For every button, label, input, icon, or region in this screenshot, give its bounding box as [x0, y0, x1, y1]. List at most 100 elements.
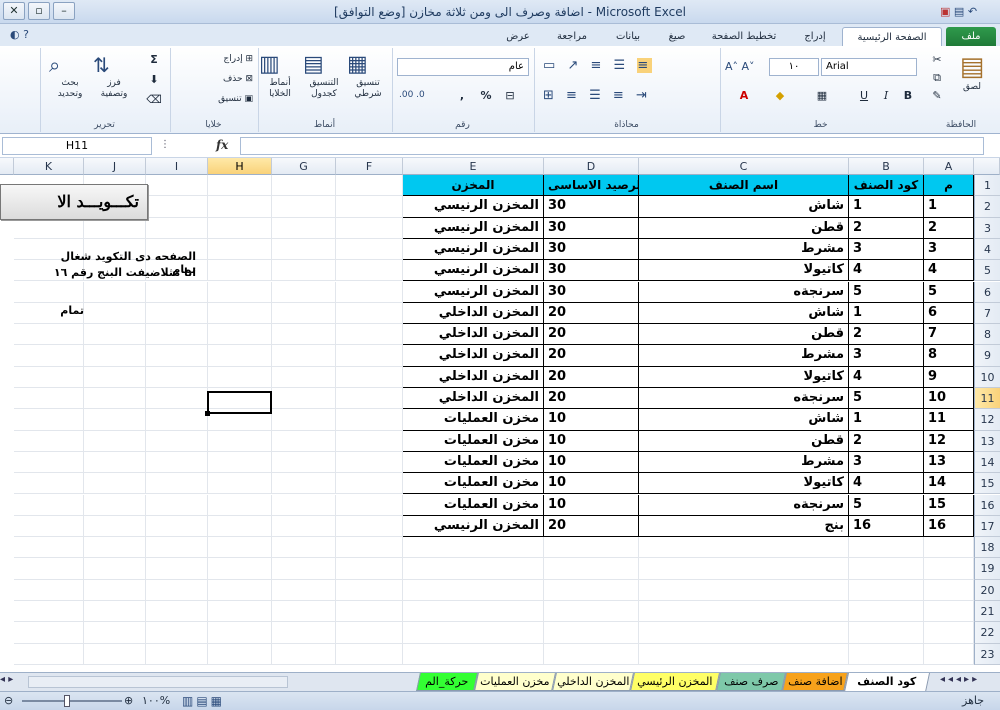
table-cell-base-balance[interactable]: 10 [544, 473, 639, 495]
table-cell-base-balance[interactable]: 20 [544, 515, 639, 538]
empty-cell[interactable] [208, 558, 272, 580]
zoom-slider[interactable] [22, 700, 122, 702]
table-cell-warehouse[interactable]: المخزن الداخلي [403, 302, 544, 325]
empty-cell[interactable] [146, 281, 208, 303]
table-cell-item-code[interactable]: 4 [849, 473, 924, 495]
empty-cell[interactable] [336, 196, 403, 218]
table-cell-warehouse[interactable]: المخزن الرنيسي [403, 281, 544, 303]
zoom-out-icon[interactable]: ⊖ [4, 692, 13, 710]
accounting-icon[interactable]: ⊟ [501, 88, 519, 106]
empty-cell[interactable] [14, 366, 84, 388]
table-cell-index[interactable]: 11 [924, 409, 974, 431]
empty-cell[interactable] [403, 622, 544, 644]
table-cell-item-code[interactable]: 16 [849, 515, 924, 538]
sort-filter-button[interactable]: ⇅ فرز وتصفية [93, 52, 135, 100]
table-cell-base-balance[interactable]: 30 [544, 217, 639, 239]
empty-cell[interactable] [272, 175, 336, 197]
empty-cell[interactable] [14, 558, 84, 580]
row-header-7[interactable]: 7 [974, 302, 1000, 325]
empty-cell[interactable] [84, 494, 146, 516]
empty-cell[interactable] [272, 302, 336, 325]
table-cell-item-code[interactable]: 3 [849, 238, 924, 261]
table-cell-item-name[interactable]: سرنجةه [639, 388, 849, 410]
table-cell-index[interactable]: 1 [924, 196, 974, 218]
empty-cell[interactable] [208, 537, 272, 559]
align-bottom-icon[interactable]: ≡ [637, 58, 653, 73]
active-cell-cursor[interactable] [207, 391, 272, 414]
save-icon[interactable]: ▤ [954, 4, 964, 20]
row-header-1[interactable]: 1 [974, 175, 1000, 197]
empty-cell[interactable] [272, 238, 336, 261]
empty-cell[interactable] [84, 345, 146, 367]
sheet-tab[interactable]: صرف صنف [716, 673, 786, 691]
column-header-c[interactable]: C [639, 158, 849, 175]
empty-cell[interactable] [14, 281, 84, 303]
table-cell-warehouse[interactable]: مخزن العمليات [403, 430, 544, 452]
empty-cell[interactable] [14, 388, 84, 410]
cell-styles-button[interactable]: ▥ أنماط الخلايا [259, 52, 301, 100]
empty-cell[interactable] [208, 643, 272, 665]
empty-cell[interactable] [208, 175, 272, 197]
table-cell-index[interactable]: 9 [924, 366, 974, 388]
table-cell-base-balance[interactable]: 10 [544, 494, 639, 516]
column-header-i[interactable]: I [146, 158, 208, 175]
horizontal-scrollbar[interactable] [28, 676, 288, 688]
header-cell-item-code[interactable]: كود الصنف [849, 175, 924, 197]
empty-cell[interactable] [336, 217, 403, 239]
sheet-tab[interactable]: حركة_الم [416, 673, 478, 691]
table-cell-base-balance[interactable]: 10 [544, 409, 639, 431]
empty-cell[interactable] [208, 494, 272, 516]
fill-handle[interactable] [205, 411, 210, 416]
table-cell-warehouse[interactable]: المخزن الداخلي [403, 388, 544, 410]
column-header-b[interactable]: B [849, 158, 924, 175]
zoom-level[interactable]: %١٠٠ [142, 692, 170, 710]
empty-cell[interactable] [146, 366, 208, 388]
empty-cell[interactable] [639, 643, 849, 665]
empty-cell[interactable] [272, 196, 336, 218]
table-cell-base-balance[interactable]: 30 [544, 196, 639, 218]
empty-cell[interactable] [924, 601, 974, 623]
fill-icon[interactable]: ⬇ [145, 72, 163, 90]
empty-cell[interactable] [336, 601, 403, 623]
empty-cell[interactable] [84, 451, 146, 474]
empty-cell[interactable] [544, 558, 639, 580]
row-header-15[interactable]: 15 [974, 473, 1000, 495]
row-header-23[interactable]: 23 [974, 643, 1000, 665]
empty-cell[interactable] [208, 473, 272, 495]
merge-center-icon[interactable]: ⊞ [543, 88, 558, 103]
table-cell-item-name[interactable]: كاتيولا [639, 260, 849, 282]
undo-icon[interactable]: ↶ [968, 4, 977, 20]
empty-cell[interactable] [146, 622, 208, 644]
empty-cell[interactable] [84, 324, 146, 346]
note-line-2[interactable]: انا مثلاضيفت البنج رقم ١٦ [40, 266, 196, 279]
empty-cell[interactable] [336, 302, 403, 325]
empty-cell[interactable] [146, 473, 208, 495]
table-cell-base-balance[interactable]: 20 [544, 366, 639, 388]
empty-cell[interactable] [208, 430, 272, 452]
row-header-5[interactable]: 5 [974, 260, 1000, 282]
align-right-icon[interactable]: ≡ [613, 88, 628, 103]
empty-cell[interactable] [146, 451, 208, 474]
name-box[interactable]: H11 [2, 137, 152, 155]
row-header-22[interactable]: 22 [974, 622, 1000, 644]
close-button[interactable]: ✕ [3, 2, 25, 20]
empty-cell[interactable] [403, 601, 544, 623]
table-cell-warehouse[interactable]: المخزن الداخلي [403, 324, 544, 346]
row-header-2[interactable]: 2 [974, 196, 1000, 218]
empty-cell[interactable] [639, 537, 849, 559]
table-cell-item-code[interactable]: 4 [849, 260, 924, 282]
empty-cell[interactable] [849, 558, 924, 580]
empty-cell[interactable] [84, 388, 146, 410]
row-header-19[interactable]: 19 [974, 558, 1000, 580]
formula-input[interactable] [240, 137, 984, 155]
row-header-8[interactable]: 8 [974, 324, 1000, 346]
table-cell-item-name[interactable]: شاش [639, 302, 849, 325]
empty-cell[interactable] [336, 643, 403, 665]
empty-cell[interactable] [849, 643, 924, 665]
column-header-k[interactable]: K [14, 158, 84, 175]
empty-cell[interactable] [336, 409, 403, 431]
decimal-buttons-icon[interactable]: .00 .0 [399, 90, 425, 100]
table-cell-index[interactable]: 10 [924, 388, 974, 410]
empty-cell[interactable] [272, 515, 336, 538]
empty-cell[interactable] [403, 537, 544, 559]
